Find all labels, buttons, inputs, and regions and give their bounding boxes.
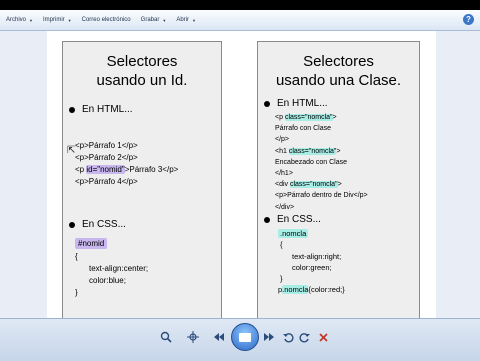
panel-title: Selectores usando un Id. (63, 52, 221, 90)
highlighted-class-selector: .nomcla (282, 285, 309, 295)
code-line: text-align:center; (89, 264, 149, 273)
bullet-dot-icon (69, 221, 75, 228)
code-suffix: > (336, 147, 341, 155)
menu-archivo[interactable]: Archivo ▼ (6, 17, 33, 23)
code-line: } (75, 288, 78, 297)
menu-bar: Archivo ▼ Imprimir ▼ Correo electrónico Gr… (0, 10, 480, 31)
bullet-dot-icon (264, 100, 270, 107)
chevron-down-icon: ▼ (29, 17, 33, 23)
menu-imprimir[interactable]: Imprimir ▼ (43, 17, 72, 23)
code-line: <p>Párrafo 2</p> (75, 153, 138, 162)
code-line: <p id="nomid">Párrafo 3</p> (75, 164, 178, 176)
prev-icon[interactable] (212, 329, 226, 345)
menu-grabar-label: Grabar (140, 17, 160, 23)
rotate-left-icon[interactable] (282, 329, 294, 345)
bullet-css-label: En CSS... (82, 219, 126, 230)
menu-correo-label: Correo electrónico (81, 17, 131, 23)
code-line: Párrafo con Clase (275, 125, 332, 133)
highlighted-class-attr: class="nomcla" (289, 181, 338, 189)
menu-imprimir-label: Imprimir (42, 17, 65, 23)
mouse-cursor-icon: ⇱ (67, 145, 76, 156)
bullet-html-label: En HTML... (277, 98, 328, 109)
menu-abrir[interactable]: Abrir ▼ (176, 17, 196, 23)
code-suffix: > (332, 114, 337, 121)
menu-grabar[interactable]: Grabar ▼ (141, 17, 167, 23)
panel-id-selectors: Selectores usando un Id. En HTML... <p>P… (62, 41, 222, 332)
slide-image: Selectores usando un Id. En HTML... <p>P… (47, 31, 436, 332)
code-prefix: <p (75, 165, 87, 174)
bullet-css: En CSS... (264, 214, 321, 225)
title-line-1: Selectores (303, 53, 374, 70)
code-line: </p> (275, 136, 290, 144)
highlighted-class-selector: .nomcla (278, 229, 309, 238)
viewer-toolbar (0, 318, 480, 361)
code-prefix: <p (275, 114, 285, 121)
code-line: <h1 class="nomcla"> (275, 146, 368, 157)
code-line: </div> (275, 203, 295, 211)
slideshow-icon[interactable] (231, 323, 259, 351)
code-suffix: {color:red;} (308, 285, 345, 295)
code-line: <p>Párrafo dentro de Div</p> (275, 192, 368, 200)
css-code-block: #nomid { text-align:center; color:blue; … (75, 238, 148, 299)
bullet-dot-icon (69, 106, 75, 113)
code-suffix: > (337, 181, 342, 189)
next-icon[interactable] (262, 329, 276, 345)
bullet-html: En HTML... (69, 104, 133, 115)
title-line-1: Selectores (106, 53, 178, 70)
menu-correo[interactable]: Correo electrónico (82, 17, 131, 23)
code-line: color:blue; (89, 276, 126, 285)
delete-icon[interactable] (317, 329, 329, 345)
code-prefix: <h1 (275, 147, 289, 155)
code-line: text-align:right; (292, 251, 342, 261)
menu-abrir-label: Abrir (176, 17, 189, 23)
bullet-dot-icon (264, 216, 270, 223)
chevron-down-icon: ▼ (67, 17, 72, 23)
zoom-icon[interactable] (157, 329, 175, 345)
menu-archivo-label: Archivo (6, 17, 27, 23)
slideshow-screen-icon (239, 332, 251, 342)
bullet-html-label: En HTML... (82, 104, 133, 115)
chevron-down-icon: ▼ (162, 17, 167, 23)
image-viewer: Selectores usando un Id. En HTML... <p>P… (0, 31, 480, 332)
title-line-2: usando una Clase. (275, 72, 402, 89)
code-line: p.nomcla{color:red;} (278, 284, 345, 295)
panel-class-selectors: Selectores usando una Clase. En HTML... … (257, 41, 420, 332)
bullet-css: En CSS... (69, 219, 126, 230)
highlighted-class-attr: class="nomcla" (288, 147, 337, 155)
rotate-right-icon[interactable] (298, 329, 310, 345)
highlighted-id-attr: id="nomid" (86, 165, 125, 174)
code-line: <div class="nomcla"> (275, 179, 368, 190)
code-line: { (75, 252, 78, 261)
title-line-2: usando un Id. (96, 72, 188, 89)
panel-title: Selectores usando una Clase. (258, 52, 419, 90)
code-line: { (280, 240, 283, 250)
code-line: } (280, 274, 283, 284)
code-line: <p>Párrafo 4</p> (75, 177, 138, 186)
highlighted-id-selector: #nomid (75, 238, 108, 249)
code-suffix: >Párrafo 3</p> (124, 165, 179, 174)
html-code-block: <p>Párrafo 1</p> <p>Párrafo 2</p> <p id=… (75, 140, 178, 188)
css-code-block: .nomcla { text-align:right; color:green;… (278, 228, 345, 296)
code-prefix: <div (275, 181, 290, 189)
code-line: <p class="nomcla"> (275, 112, 368, 123)
code-line: Encabezado con Clase (275, 158, 347, 166)
bullet-html: En HTML... (264, 98, 328, 109)
code-line: </h1> (275, 170, 293, 178)
chevron-down-icon: ▼ (191, 17, 196, 23)
highlighted-class-attr: class="nomcla" (284, 114, 333, 121)
bullet-css-label: En CSS... (277, 214, 321, 225)
code-line: color:green; (292, 262, 332, 272)
fit-icon[interactable] (186, 329, 200, 345)
code-line: <p>Párrafo 1</p> (75, 141, 138, 150)
help-icon[interactable]: ? (463, 14, 474, 25)
html-code-block: <p class="nomcla"> Párrafo con Clase </p… (275, 112, 368, 213)
